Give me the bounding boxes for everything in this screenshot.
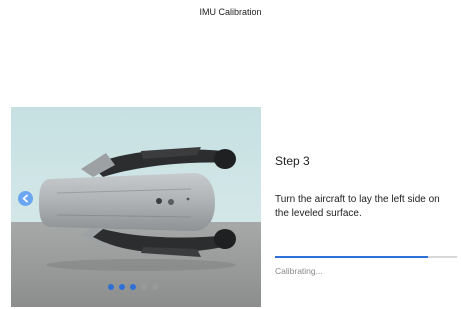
calibration-progress-bar: [275, 256, 457, 258]
page-title: IMU Calibration: [199, 7, 262, 17]
chevron-left-icon: [22, 194, 28, 203]
carousel-dot[interactable]: [130, 284, 136, 290]
calibration-progress-fill: [275, 256, 428, 258]
previous-slide-button[interactable]: [18, 191, 33, 206]
drone-illustration: [11, 107, 261, 307]
carousel-dot[interactable]: [141, 284, 147, 290]
step-title: Step 3: [275, 154, 310, 168]
step-instruction: Turn the aircraft to lay the left side o…: [275, 194, 440, 219]
carousel-dot[interactable]: [119, 284, 125, 290]
calibration-status: Calibrating...: [275, 266, 323, 276]
carousel-dot[interactable]: [152, 284, 158, 290]
carousel-dot[interactable]: [108, 284, 114, 290]
carousel-dots: [108, 284, 158, 290]
calibration-illustration: [11, 107, 261, 307]
